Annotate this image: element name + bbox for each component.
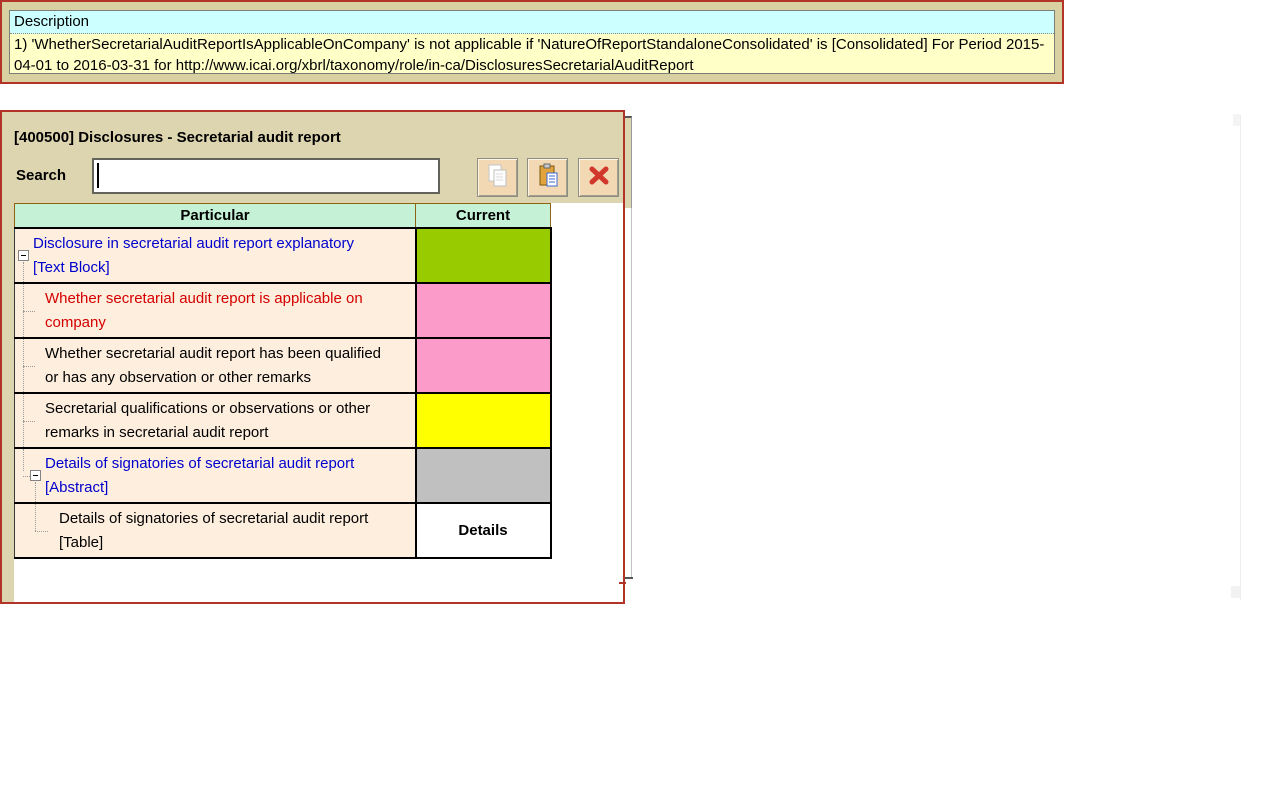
table-row: Details of signatories of secretarial au… bbox=[15, 448, 551, 503]
disclosures-panel: [400500] Disclosures - Secretarial audit… bbox=[0, 110, 625, 604]
row-label[interactable]: Disclosure in secretarial audit report e… bbox=[33, 235, 354, 276]
row-label-cell[interactable]: Details of signatories of secretarial au… bbox=[15, 448, 416, 503]
current-cell[interactable] bbox=[416, 228, 551, 283]
tree-line bbox=[35, 531, 48, 532]
disclosures-table: Particular Current Disclosure in secreta… bbox=[14, 203, 552, 559]
column-header-current: Current bbox=[416, 204, 551, 229]
tree-line bbox=[23, 449, 24, 471]
tree-line bbox=[23, 421, 35, 422]
tree-expander-minus-icon[interactable] bbox=[18, 250, 29, 261]
text-caret bbox=[97, 163, 99, 188]
row-label[interactable]: Whether secretarial audit report is appl… bbox=[45, 290, 363, 331]
clear-button[interactable] bbox=[578, 158, 619, 197]
document-copy-icon bbox=[486, 163, 510, 192]
tree-line bbox=[23, 311, 35, 312]
current-cell[interactable]: Details bbox=[416, 503, 551, 558]
table-row: Disclosure in secretarial audit report e… bbox=[15, 228, 551, 283]
table-row: Whether secretarial audit report has bee… bbox=[15, 338, 551, 393]
table-header-row: Particular Current bbox=[15, 204, 551, 229]
current-cell[interactable] bbox=[416, 393, 551, 448]
tree-line bbox=[23, 262, 24, 283]
tree-line bbox=[35, 482, 36, 503]
background-window-edge bbox=[1240, 115, 1241, 600]
row-label[interactable]: Whether secretarial audit report has bee… bbox=[45, 345, 381, 386]
validation-message: 1) 'WhetherSecretarialAuditReportIsAppli… bbox=[10, 34, 1054, 76]
column-header-particular: Particular bbox=[15, 204, 416, 229]
background-window-edge bbox=[625, 116, 632, 210]
screen: { "description_panel": { "title": "Descr… bbox=[0, 0, 1262, 785]
background-window-tick bbox=[619, 582, 626, 584]
tree-line bbox=[23, 284, 24, 337]
clipboard-paste-icon bbox=[536, 163, 560, 192]
red-x-icon bbox=[588, 166, 610, 189]
row-label-cell[interactable]: Details of signatories of secretarial au… bbox=[15, 503, 416, 558]
background-window-tick bbox=[625, 577, 633, 579]
paste-button[interactable] bbox=[527, 158, 568, 197]
table-row: Details of signatories of secretarial au… bbox=[15, 503, 551, 558]
tree-line bbox=[35, 504, 36, 531]
tree-expander-minus-icon[interactable] bbox=[30, 470, 41, 481]
background-window-artifact bbox=[1231, 586, 1240, 598]
row-label[interactable]: Details of signatories of secretarial au… bbox=[59, 510, 368, 551]
current-cell[interactable] bbox=[416, 448, 551, 503]
table-container: Particular Current Disclosure in secreta… bbox=[14, 203, 623, 602]
row-label[interactable]: Details of signatories of secretarial au… bbox=[45, 455, 354, 496]
tree-line bbox=[23, 476, 30, 477]
current-cell[interactable] bbox=[416, 283, 551, 338]
tree-line bbox=[23, 366, 35, 367]
current-cell[interactable] bbox=[416, 338, 551, 393]
description-title: Description bbox=[10, 11, 1054, 34]
row-label-cell[interactable]: Disclosure in secretarial audit report e… bbox=[15, 228, 416, 283]
table-row: Secretarial qualifications or observatio… bbox=[15, 393, 551, 448]
copy-button[interactable] bbox=[477, 158, 518, 197]
row-label-cell[interactable]: Whether secretarial audit report has bee… bbox=[15, 338, 416, 393]
description-panel: Description 1) 'WhetherSecretarialAuditR… bbox=[0, 0, 1064, 84]
description-box: Description 1) 'WhetherSecretarialAuditR… bbox=[9, 10, 1055, 74]
page-title: [400500] Disclosures - Secretarial audit… bbox=[14, 129, 341, 146]
row-label-cell[interactable]: Secretarial qualifications or observatio… bbox=[15, 393, 416, 448]
search-label: Search bbox=[16, 167, 66, 184]
tree-line bbox=[23, 394, 24, 447]
row-label[interactable]: Secretarial qualifications or observatio… bbox=[45, 400, 370, 441]
tree-line bbox=[23, 339, 24, 392]
search-input[interactable] bbox=[92, 158, 440, 194]
table-row: Whether secretarial audit report is appl… bbox=[15, 283, 551, 338]
table-body: Disclosure in secretarial audit report e… bbox=[15, 228, 551, 558]
background-window-artifact bbox=[1233, 114, 1240, 126]
background-window-edge bbox=[625, 208, 632, 578]
row-label-cell[interactable]: Whether secretarial audit report is appl… bbox=[15, 283, 416, 338]
